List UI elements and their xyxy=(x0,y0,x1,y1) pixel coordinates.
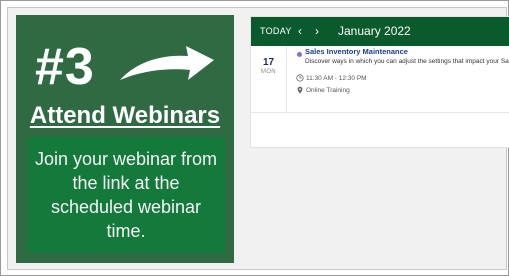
right-arrow-icon xyxy=(120,46,214,80)
promo-message: Join your webinar from the link at the s… xyxy=(34,149,218,241)
event-time-row: 11:30 AM - 12:30 PM xyxy=(296,74,367,83)
chevron-right-icon[interactable]: › xyxy=(315,23,319,39)
date-column-divider xyxy=(286,46,287,112)
event-location-row: Online Training xyxy=(296,86,350,95)
promo-title: Attend Webinars xyxy=(29,102,221,129)
event-row-divider xyxy=(251,112,509,113)
event-day-number: 17 xyxy=(262,57,275,68)
chevron-left-icon[interactable]: ‹ xyxy=(298,23,302,39)
calendar-header: TODAY ‹ › January 2022 xyxy=(251,17,509,46)
event-time: 11:30 AM - 12:30 PM xyxy=(306,75,367,82)
event-description: Discover ways in which you can adjust th… xyxy=(305,58,509,65)
event-title-link[interactable]: Sales Inventory Maintenance xyxy=(305,47,408,57)
location-pin-icon xyxy=(297,86,303,94)
event-weekday: MON xyxy=(261,69,276,75)
step-number: #3 xyxy=(35,38,95,96)
calendar-widget: TODAY ‹ › January 2022 17 MON Sales Inve… xyxy=(251,17,509,147)
clock-icon xyxy=(296,74,304,82)
today-button[interactable]: TODAY xyxy=(260,26,292,36)
promo-card: #3 Attend Webinars Join your webinar fro… xyxy=(16,15,234,263)
screenshot-frame: #3 Attend Webinars Join your webinar fro… xyxy=(0,0,509,276)
promo-message-box: Join your webinar from the link at the s… xyxy=(27,137,225,253)
event-location: Online Training xyxy=(306,87,350,94)
event-color-dot xyxy=(297,52,302,57)
calendar-month-title: January 2022 xyxy=(338,24,411,38)
